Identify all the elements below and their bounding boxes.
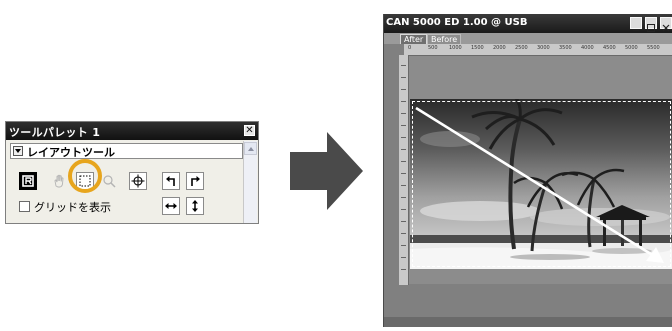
right-arrow-icon	[290, 132, 363, 210]
preview-image[interactable]	[410, 99, 672, 269]
ruler-label: 500	[428, 45, 438, 51]
palette-title-bar[interactable]: ツールパレット 1 ✕	[6, 122, 258, 140]
ruler-label: 1000	[449, 45, 462, 51]
ruler-label: 4500	[603, 45, 616, 51]
scanner-window: CAN 5000 ED 1.00 @ USB After Before 0 50…	[383, 14, 672, 327]
tool-palette: ツールパレット 1 ✕ レイアウトツール グリッドを表示	[5, 121, 259, 224]
zoom-tool-icon[interactable]	[100, 172, 118, 190]
chevron-down-icon[interactable]	[13, 146, 23, 156]
ruler-label: 5500	[647, 45, 660, 51]
status-strip	[384, 317, 672, 327]
close-icon[interactable]	[660, 17, 672, 32]
rotate-left-icon[interactable]	[162, 172, 180, 190]
ruler-label: 2500	[515, 45, 528, 51]
maximize-icon[interactable]	[645, 17, 657, 32]
rotate-tool-icon[interactable]	[19, 172, 37, 190]
horizontal-ruler: 0 500 1000 1500 2000 2500 3000 3500 4000…	[404, 44, 672, 56]
palette-scrollbar[interactable]	[243, 141, 257, 223]
vertical-ruler	[399, 55, 409, 285]
layout-tool-section-header[interactable]: レイアウトツール	[10, 143, 243, 159]
hand-tool-icon[interactable]	[50, 172, 68, 190]
ruler-label: 0	[408, 45, 412, 51]
tab-after[interactable]: After	[400, 34, 428, 44]
ruler-label: 3000	[537, 45, 550, 51]
tab-before[interactable]: Before	[427, 34, 462, 44]
flip-vertical-icon[interactable]	[186, 197, 204, 215]
ruler-label: 4000	[581, 45, 594, 51]
scroll-up-icon[interactable]	[244, 142, 257, 155]
close-icon[interactable]: ✕	[244, 125, 255, 136]
section-label: レイアウトツール	[27, 146, 115, 159]
ruler-label: 5000	[625, 45, 638, 51]
ruler-label: 3500	[559, 45, 572, 51]
grid-checkbox[interactable]	[19, 201, 30, 212]
palette-title: ツールパレット 1	[9, 126, 101, 139]
preview-tabs: After Before	[384, 33, 672, 44]
minimize-icon[interactable]	[630, 17, 642, 31]
grid-label: グリッドを表示	[34, 201, 111, 214]
flip-horizontal-icon[interactable]	[162, 197, 180, 215]
ruler-label: 2000	[493, 45, 506, 51]
scanner-title: CAN 5000 ED 1.00 @ USB	[386, 17, 528, 28]
crosshair-tool-icon[interactable]	[129, 172, 147, 190]
crop-tool-highlight	[68, 159, 102, 193]
scanner-title-bar[interactable]: CAN 5000 ED 1.00 @ USB	[384, 14, 672, 33]
ruler-label: 1500	[471, 45, 484, 51]
rotate-right-icon[interactable]	[186, 172, 204, 190]
